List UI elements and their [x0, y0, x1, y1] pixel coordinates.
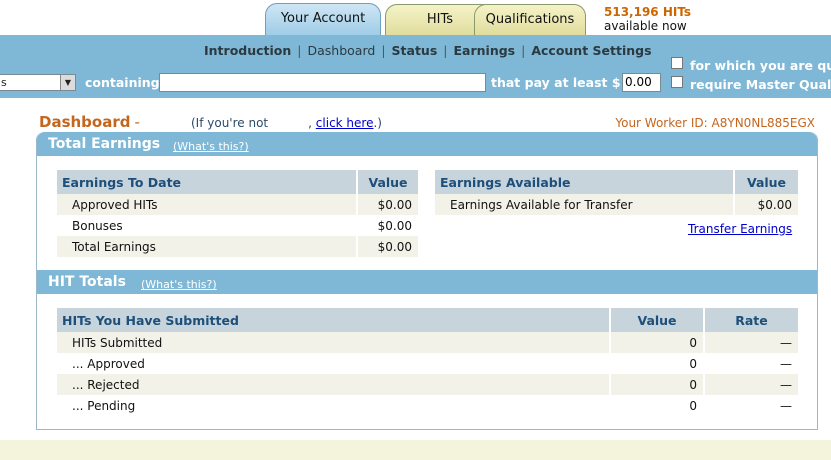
- approved-hits-value: $0.00: [357, 194, 418, 215]
- click-here-link[interactable]: click here: [316, 116, 374, 130]
- nav-band: Introduction | Dashboard | Status | Earnings | A…: [0, 35, 831, 98]
- footer-strip: [0, 440, 831, 460]
- earnings-value-header: Value: [357, 170, 418, 194]
- dashboard-panel: Total Earnings (What's this?) Earnings T…: [36, 132, 818, 430]
- hits-pending-rate: —: [704, 395, 798, 416]
- dashboard-title-text: Dashboard: [39, 113, 131, 131]
- table-row: ... Approved 0 —: [57, 353, 798, 374]
- total-earnings-value: $0.00: [357, 236, 418, 257]
- bonuses-value: $0.00: [357, 215, 418, 236]
- earnings-available-header: Earnings Available: [435, 170, 735, 194]
- table-row: ... Pending 0 —: [57, 395, 798, 416]
- qualified-checkbox[interactable]: [671, 57, 683, 69]
- table-row: HITs Submitted 0 —: [57, 332, 798, 353]
- hits-rejected-rate: —: [704, 374, 798, 395]
- subnav-account-settings[interactable]: Account Settings: [531, 43, 651, 58]
- hits-pending-value: 0: [610, 395, 705, 416]
- not-you-prefix: (If you're not: [191, 116, 269, 130]
- master-checkbox[interactable]: [671, 76, 683, 88]
- table-row: Approved HITs $0.00: [57, 194, 418, 215]
- table-row: Earnings Available for Transfer $0.00: [435, 194, 798, 215]
- hits-rejected-label: ... Rejected: [57, 374, 611, 395]
- page-title: Dashboard -: [39, 113, 140, 131]
- master-checkbox-label: require Master Qualif: [690, 77, 831, 92]
- total-earnings-bar: Total Earnings (What's this?): [37, 132, 817, 156]
- total-earnings-label: Total Earnings: [57, 236, 358, 257]
- account-subnav: Introduction | Dashboard | Status | Earnings | A…: [204, 43, 652, 58]
- dashboard-title-dash: -: [134, 113, 140, 131]
- hits-submitted-rate: —: [704, 332, 798, 353]
- hits-value-header: Value: [610, 308, 705, 332]
- not-you-suffix: .): [373, 116, 382, 130]
- earnings-to-date-header: Earnings To Date: [57, 170, 358, 194]
- hit-totals-title: HIT Totals: [48, 274, 126, 290]
- table-row: Bonuses $0.00: [57, 215, 418, 236]
- available-for-transfer-label: Earnings Available for Transfer: [435, 194, 735, 215]
- hits-submitted-value: 0: [610, 332, 705, 353]
- table-row: Total Earnings $0.00: [57, 236, 418, 257]
- subnav-introduction[interactable]: Introduction: [204, 43, 291, 58]
- search-keywords-input[interactable]: [159, 73, 486, 92]
- qualified-checkbox-label: for which you are qua: [690, 58, 831, 73]
- hits-approved-label: ... Approved: [57, 353, 611, 374]
- subnav-status[interactable]: Status: [392, 43, 438, 58]
- hits-approved-value: 0: [610, 353, 705, 374]
- tab-your-account[interactable]: Your Account: [265, 3, 381, 37]
- hit-totals-bar: HIT Totals (What's this?): [37, 270, 817, 294]
- subnav-earnings[interactable]: Earnings: [454, 43, 516, 58]
- search-type-select[interactable]: s ▼: [0, 74, 76, 91]
- not-you-notice: (If you're not, click here.): [191, 116, 382, 130]
- available-for-transfer-value: $0.00: [734, 194, 798, 215]
- available-value-header: Value: [734, 170, 798, 194]
- subnav-separator: |: [381, 43, 386, 58]
- min-reward-input[interactable]: 0.00: [622, 73, 661, 92]
- total-earnings-whats-this-link[interactable]: (What's this?): [173, 140, 249, 153]
- table-row: ... Rejected 0 —: [57, 374, 798, 395]
- chevron-down-icon[interactable]: ▼: [60, 75, 75, 90]
- hits-rejected-value: 0: [610, 374, 705, 395]
- pay-at-least-label: that pay at least $: [491, 75, 621, 90]
- hits-rate-header: Rate: [704, 308, 798, 332]
- total-earnings-title: Total Earnings: [48, 136, 161, 152]
- subnav-separator: |: [297, 43, 302, 58]
- subnav-dashboard[interactable]: Dashboard: [308, 43, 376, 58]
- tab-qualifications[interactable]: Qualifications: [474, 4, 586, 36]
- subnav-separator: |: [443, 43, 448, 58]
- not-you-comma: ,: [308, 116, 312, 130]
- containing-label: containing: [85, 75, 160, 90]
- search-type-value: s: [1, 76, 7, 89]
- hits-submitted-header: HITs You Have Submitted: [57, 308, 611, 332]
- hits-submitted-label: HITs Submitted: [57, 332, 611, 353]
- transfer-earnings-link[interactable]: Transfer Earnings: [688, 222, 792, 236]
- hit-totals-whats-this-link[interactable]: (What's this?): [141, 278, 217, 291]
- subnav-separator: |: [521, 43, 526, 58]
- hits-pending-label: ... Pending: [57, 395, 611, 416]
- earnings-to-date-table: Earnings To Date Value Approved HITs $0.…: [57, 170, 418, 257]
- hits-available-count: 513,196 HITs: [604, 5, 692, 19]
- earnings-available-table: Earnings Available Value Earnings Availa…: [435, 170, 798, 215]
- approved-hits-label: Approved HITs: [57, 194, 358, 215]
- worker-id: Your Worker ID: A8YN0NL885EGX: [615, 116, 815, 130]
- bonuses-label: Bonuses: [57, 215, 358, 236]
- hits-approved-rate: —: [704, 353, 798, 374]
- hits-available-label: available now: [604, 19, 687, 33]
- hits-submitted-table: HITs You Have Submitted Value Rate HITs …: [57, 308, 798, 416]
